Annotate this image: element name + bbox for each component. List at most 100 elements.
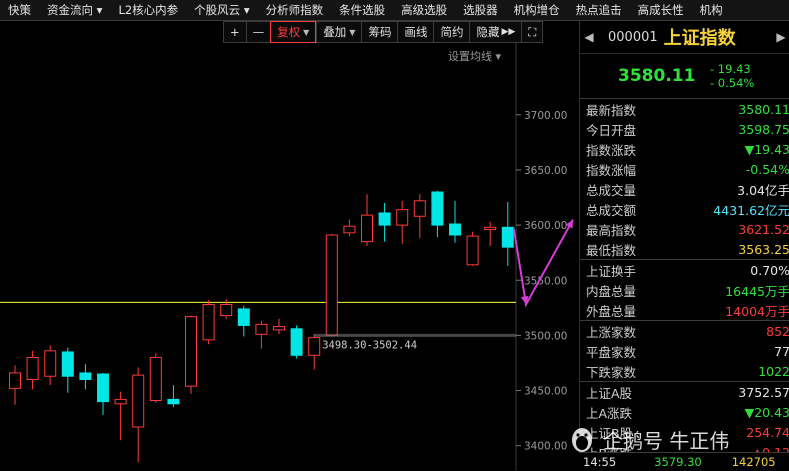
quote-row-value: 14004万手: [725, 303, 789, 319]
chevron-down-icon: ▼: [303, 27, 310, 37]
quote-row: 今日开盘 3598.75: [580, 119, 789, 139]
menu-item[interactable]: 分析师指数: [258, 2, 332, 18]
quote-row-value: 0.70%: [750, 262, 789, 278]
tick-time: 14:55: [583, 455, 617, 469]
candle-body: [484, 226, 497, 231]
penguin-logo-icon: [572, 428, 592, 452]
index-code: 000001: [608, 29, 658, 45]
menu-item[interactable]: 热点追击: [568, 2, 630, 18]
hide-label: 隐藏: [476, 25, 500, 39]
quote-row: 外盘总量 14004万手: [580, 300, 789, 320]
menu-item[interactable]: 高成长性: [630, 2, 692, 18]
y-tick-label: 3650.00: [524, 165, 567, 177]
menu-item[interactable]: 快策: [0, 2, 39, 18]
menu-item[interactable]: 条件选股: [331, 2, 393, 18]
last-price: 3580.11: [618, 66, 696, 86]
candle-body: [114, 398, 127, 405]
menu-item[interactable]: 机构: [692, 2, 731, 18]
next-arrow-icon[interactable]: ▶: [772, 30, 789, 44]
menu-item[interactable]: 个股风云 ▾: [186, 2, 257, 18]
quote-row: 最低指数 3563.25: [580, 239, 789, 259]
quote-row-label: 上证换手: [586, 263, 637, 279]
quote-row: 上证换手 0.70%: [580, 259, 789, 280]
kline-chart[interactable]: 3700.00 3650.00 3600.00 3550.00 3500.00 3450.…: [0, 21, 578, 470]
candle-body: [396, 209, 409, 226]
candle-body: [9, 372, 21, 389]
quote-row-value: 852: [766, 323, 789, 339]
overlay-button[interactable]: 叠加 ▼: [316, 21, 362, 43]
candle-body: [220, 304, 233, 317]
quote-row-label: 最高指数: [586, 222, 637, 238]
tick-volume: 142705: [731, 455, 776, 469]
fuquan-button[interactable]: 复权 ▼: [270, 21, 317, 43]
quote-row-value: 3752.57: [738, 384, 789, 400]
double-chevron-right-icon: ▶▶: [501, 27, 516, 37]
fullscreen-button[interactable]: ⛶: [521, 21, 544, 43]
quote-header: ◀ 000001 上证指数 ▶: [580, 21, 789, 54]
zoom-in-button[interactable]: +: [223, 21, 246, 43]
price-block: 3580.11 - 19.43 - 0.54%: [580, 54, 789, 99]
quote-row-value: 3580.11: [738, 101, 789, 117]
candle-body: [79, 372, 92, 381]
quote-row-value: -0.54%: [745, 161, 789, 177]
quote-row: 最高指数 3621.52: [580, 219, 789, 239]
candle-body: [237, 308, 250, 326]
candle-body: [273, 326, 285, 331]
quote-row-label: 平盘家数: [586, 344, 637, 360]
quote-row-value: 4431.62亿元: [713, 202, 789, 218]
zoom-out-button[interactable]: —: [245, 21, 271, 43]
y-tick-label: 3600.00: [524, 220, 567, 232]
quote-row-value: 3598.75: [738, 121, 789, 137]
fuquan-label: 复权: [277, 25, 301, 39]
ma-setting-dropdown[interactable]: 设置均线 ▾: [448, 48, 501, 64]
quote-rows: 最新指数 3580.11 今日开盘 3598.75 指数涨跌 ▼19.43 指数涨幅 -0.5…: [580, 99, 789, 462]
quote-row-value: 254.74: [746, 424, 789, 440]
gap-annotation: 3498.30-3502.44: [322, 339, 417, 351]
quote-row-label: 总成交额: [586, 202, 637, 218]
y-tick-label: 3450.00: [524, 386, 567, 398]
quote-row-label: 指数涨跌: [586, 142, 637, 158]
quote-row: 上涨家数 852: [580, 320, 789, 341]
top-menu-bar: 快策 资金流向 ▾ L2核心内参 个股风云 ▾ 分析师指数 条件选股 高级选股 选股器 机构增仓…: [0, 0, 789, 21]
menu-item[interactable]: 机构增仓: [506, 2, 568, 18]
overlay-label: 叠加: [323, 25, 347, 39]
quote-row-label: 下跌家数: [586, 364, 637, 380]
quote-row-value: 1022: [758, 363, 789, 379]
candle-body: [290, 328, 303, 356]
quote-row-label: 内盘总量: [586, 283, 637, 299]
menu-item[interactable]: 高级选股: [393, 2, 455, 18]
quote-row-value: 3563.25: [738, 241, 789, 257]
quote-row-value: 16445万手: [725, 283, 789, 299]
menu-item[interactable]: 资金流向 ▾: [39, 2, 110, 18]
hide-button[interactable]: 隐藏 ▶▶: [469, 21, 522, 43]
draw-line-button[interactable]: 画线: [397, 21, 434, 43]
candle-body: [413, 200, 426, 217]
quote-row-label: 上证A股: [586, 385, 633, 401]
prev-arrow-icon[interactable]: ◀: [580, 30, 598, 44]
candle-body: [132, 374, 145, 428]
quote-row: 总成交额 4431.62亿元: [580, 199, 789, 219]
candle-body: [202, 304, 215, 341]
simple-mode-button[interactable]: 简约: [433, 21, 470, 43]
candle-body: [361, 214, 373, 243]
candle-body: [149, 356, 162, 401]
menu-item[interactable]: L2核心内参: [110, 2, 186, 18]
quote-row-value: ▼19.43: [744, 141, 789, 157]
quote-row: 下跌家数 1022: [580, 361, 789, 381]
menu-item[interactable]: 选股器: [455, 2, 506, 18]
chips-button[interactable]: 筹码: [361, 21, 398, 43]
candle-body: [308, 337, 321, 356]
candle-body: [97, 373, 109, 403]
watermark: 企鹅号 牛正伟: [567, 424, 729, 454]
candle-body: [61, 351, 74, 377]
quote-row-value: 3.04亿手: [737, 182, 789, 198]
y-tick-label: 3400.00: [524, 441, 567, 453]
watermark-text: 企鹅号 牛正伟: [603, 428, 730, 453]
quote-row: 指数涨跌 ▼19.43: [580, 139, 789, 159]
quote-row: 上证A股 3752.57: [580, 381, 789, 402]
candle-body: [325, 234, 338, 336]
quote-row-label: 外盘总量: [586, 303, 637, 319]
quote-row: 指数涨幅 -0.54%: [580, 159, 789, 179]
quote-row-label: 总成交量: [586, 182, 637, 198]
quote-row-label: 指数涨幅: [586, 162, 637, 178]
